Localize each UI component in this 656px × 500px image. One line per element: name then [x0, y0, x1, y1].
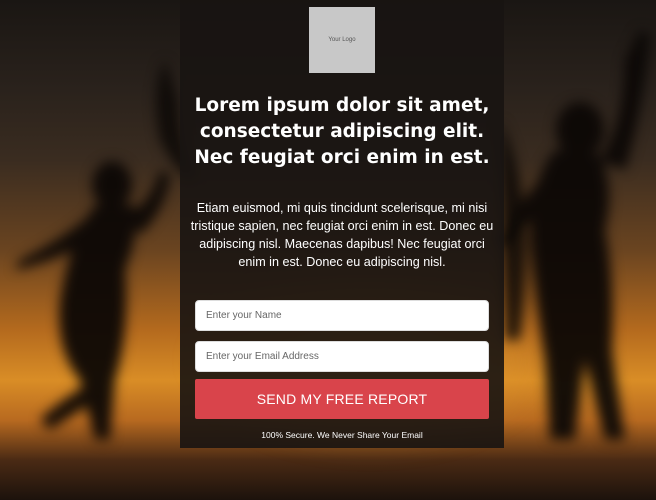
send-report-button[interactable]: SEND MY FREE REPORT — [195, 379, 489, 419]
headline: Lorem ipsum dolor sit amet, consectetur … — [194, 95, 490, 168]
privacy-note: 100% Secure. We Never Share Your Email — [261, 430, 423, 440]
name-input[interactable] — [195, 300, 489, 331]
email-input[interactable] — [195, 341, 489, 372]
logo-placeholder: Your Logo — [309, 7, 375, 73]
description-text: Etiam euismod, mi quis tincidunt sceleri… — [190, 201, 494, 269]
signup-panel: Your Logo Lorem ipsum dolor sit amet, co… — [180, 0, 504, 448]
